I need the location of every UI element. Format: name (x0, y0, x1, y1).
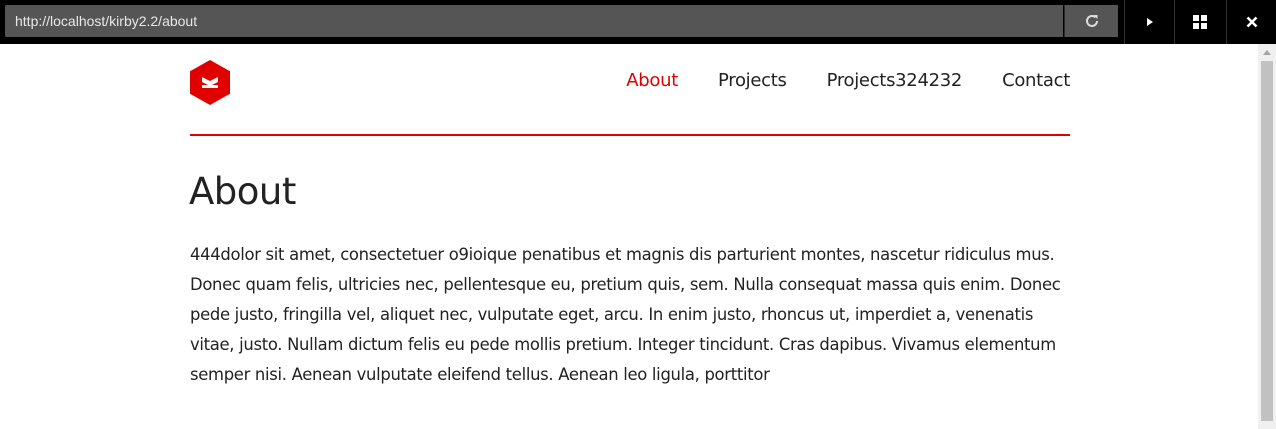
scrollbar-thumb[interactable] (1261, 61, 1273, 421)
web-page: About Projects Projects324232 Contact Ab… (0, 0, 1258, 429)
body-paragraph: 444dolor sit amet, consectetuer o9ioique… (190, 245, 1061, 384)
scrollbar[interactable] (1258, 44, 1276, 429)
nav-item-projects324232[interactable]: Projects324232 (827, 70, 963, 91)
page-title: About (189, 170, 296, 213)
main-nav: About Projects Projects324232 Contact (586, 70, 1070, 91)
nav-item-projects[interactable]: Projects (718, 70, 787, 91)
nav-item-about[interactable]: About (626, 70, 678, 91)
header-divider (190, 134, 1070, 136)
scroll-up-arrow-icon[interactable] (1258, 44, 1276, 60)
nav-item-contact[interactable]: Contact (1002, 70, 1070, 91)
site-logo-icon[interactable] (190, 60, 230, 105)
